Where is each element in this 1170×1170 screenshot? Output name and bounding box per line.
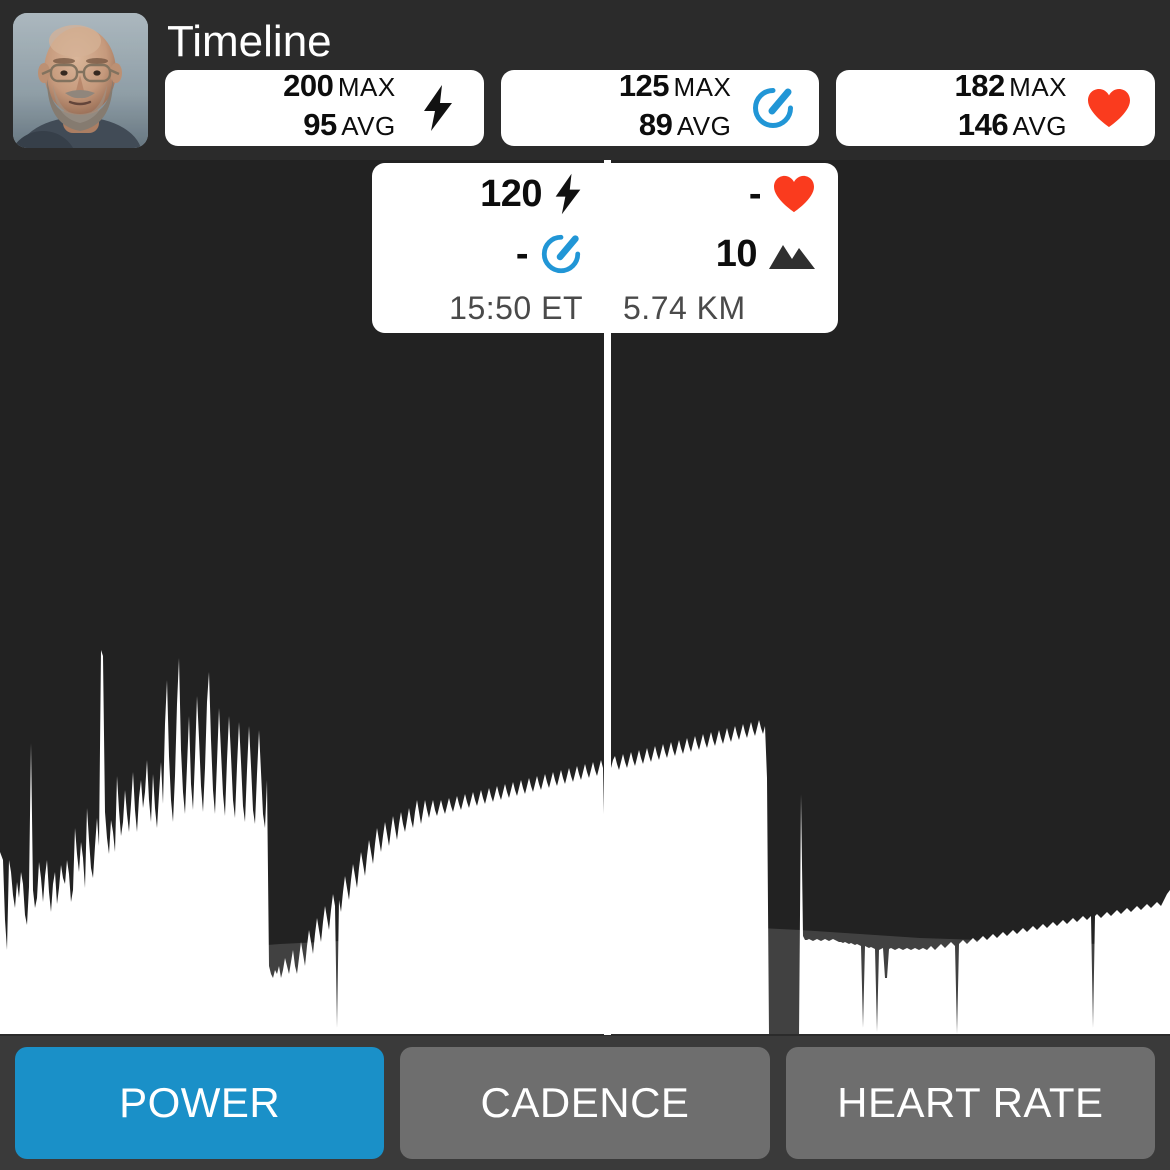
tooltip-power-value: 120 (480, 173, 542, 215)
stat-card-power-max-line: 200 MAX (165, 69, 396, 108)
tab-cadence[interactable]: CADENCE (400, 1047, 770, 1159)
stat-card-heart-rate-max-value: 182 (954, 68, 1005, 103)
heart-icon (1081, 87, 1137, 129)
stat-card-heart-rate-avg-label: AVG (1012, 111, 1068, 141)
tooltip-heart-rate-cell: - (605, 174, 838, 214)
scrubber-tooltip: 120 - - 10 15:50 ET 5.74 KM (372, 163, 838, 333)
cadence-gauge-icon (539, 232, 583, 276)
stat-card-heart-rate-avg-line: 146 AVG (836, 108, 1067, 147)
stat-card-cadence[interactable]: 125 MAX 89 AVG (500, 69, 820, 147)
mountain-icon (768, 237, 816, 271)
lightning-bolt-icon (553, 172, 583, 216)
metric-tab-bar: POWER CADENCE HEART RATE (0, 1036, 1170, 1170)
header-bar: Timeline 200 MAX 95 AVG 125 MAX 89 AVG 1… (0, 0, 1170, 160)
tooltip-elapsed-time: 15:50 ET (449, 289, 583, 326)
tooltip-elevation-value: 10 (715, 233, 758, 275)
stat-card-cadence-max-label: MAX (673, 72, 732, 102)
page-title: Timeline (167, 17, 332, 66)
stat-card-cadence-max-line: 125 MAX (501, 69, 732, 108)
stat-card-power-avg-value: 95 (303, 107, 337, 142)
scrubber-elevation-marker[interactable] (583, 932, 631, 980)
stat-card-heart-rate[interactable]: 182 MAX 146 AVG (836, 69, 1156, 147)
tooltip-elevation-cell: 10 (605, 235, 838, 273)
tooltip-heart-rate-value: - (748, 173, 762, 215)
stat-card-cadence-avg-value: 89 (638, 107, 673, 142)
stat-card-power-avg-label: AVG (341, 111, 396, 141)
scrubber-tooltip-grid: 120 - - 10 15:50 ET 5.74 KM (372, 163, 838, 333)
stat-card-power-max-value: 200 (283, 68, 334, 103)
stat-card-heart-rate-values: 182 MAX 146 AVG (836, 69, 1081, 147)
tab-heart-rate[interactable]: HEART RATE (785, 1047, 1155, 1159)
stat-card-heart-rate-avg-value: 146 (957, 107, 1009, 142)
stat-card-cadence-max-value: 125 (618, 68, 670, 103)
stat-card-power-max-label: MAX (337, 72, 396, 102)
stat-card-cadence-values: 125 MAX 89 AVG (501, 69, 746, 147)
tooltip-cadence-cell: - (372, 232, 605, 276)
lightning-bolt-icon (410, 84, 466, 132)
stat-card-cadence-avg-label: AVG (676, 111, 732, 141)
timeline-app: Timeline 200 MAX 95 AVG 125 MAX 89 AVG 1… (0, 0, 1170, 1170)
tooltip-cadence-value: - (515, 233, 529, 275)
summary-stat-cards: 200 MAX 95 AVG 125 MAX 89 AVG 182 MAX 14… (165, 69, 1156, 147)
stat-card-power-values: 200 MAX 95 AVG (165, 69, 410, 147)
scrubber-power-marker[interactable] (586, 841, 629, 884)
stat-card-cadence-avg-line: 89 AVG (501, 108, 732, 147)
stat-card-heart-rate-max-line: 182 MAX (836, 69, 1067, 108)
stat-card-power[interactable]: 200 MAX 95 AVG (165, 69, 484, 147)
tooltip-power-cell: 120 (372, 172, 605, 216)
cadence-gauge-icon (745, 85, 801, 131)
stat-card-power-avg-line: 95 AVG (165, 108, 396, 147)
heart-icon (772, 174, 816, 214)
tooltip-distance: 5.74 KM (623, 289, 746, 326)
tab-power[interactable]: POWER (15, 1047, 385, 1159)
stat-card-heart-rate-max-label: MAX (1009, 72, 1068, 102)
avatar[interactable] (13, 13, 148, 148)
